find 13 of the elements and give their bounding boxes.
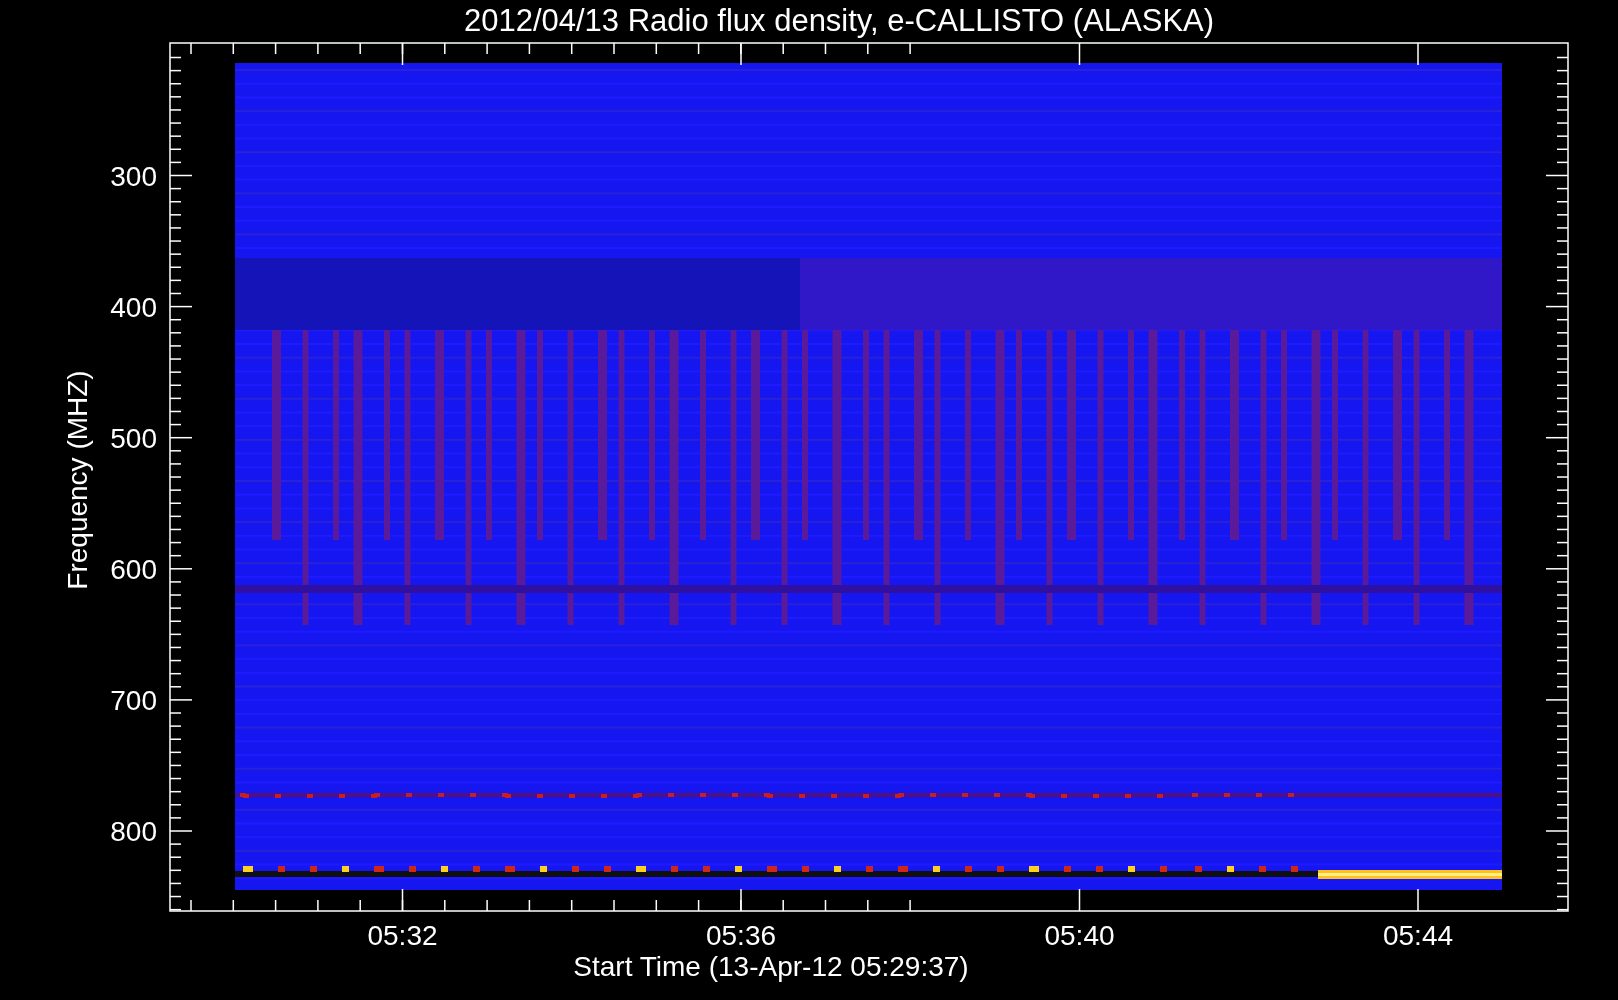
axis-label: Start Time (13-Apr-12 05:29:37)	[573, 951, 969, 982]
axis-label: Frequency (MHZ)	[62, 370, 93, 590]
tick-label: 400	[110, 291, 157, 323]
tick-label: 05:32	[367, 920, 438, 951]
tick-label: 05:44	[1382, 920, 1454, 951]
tick-label: 700	[110, 684, 157, 716]
plot-title: 2012/04/13 Radio flux density, e-CALLISTO (ALASKA)	[463, 3, 1215, 38]
tick-label: 500	[110, 422, 157, 454]
tick-label: 800	[110, 816, 157, 847]
tick-label: 05:40	[1044, 920, 1115, 951]
tick-label: 600	[110, 553, 157, 585]
tick-label: 05:36	[705, 920, 777, 951]
tick-label: 300	[110, 160, 157, 192]
